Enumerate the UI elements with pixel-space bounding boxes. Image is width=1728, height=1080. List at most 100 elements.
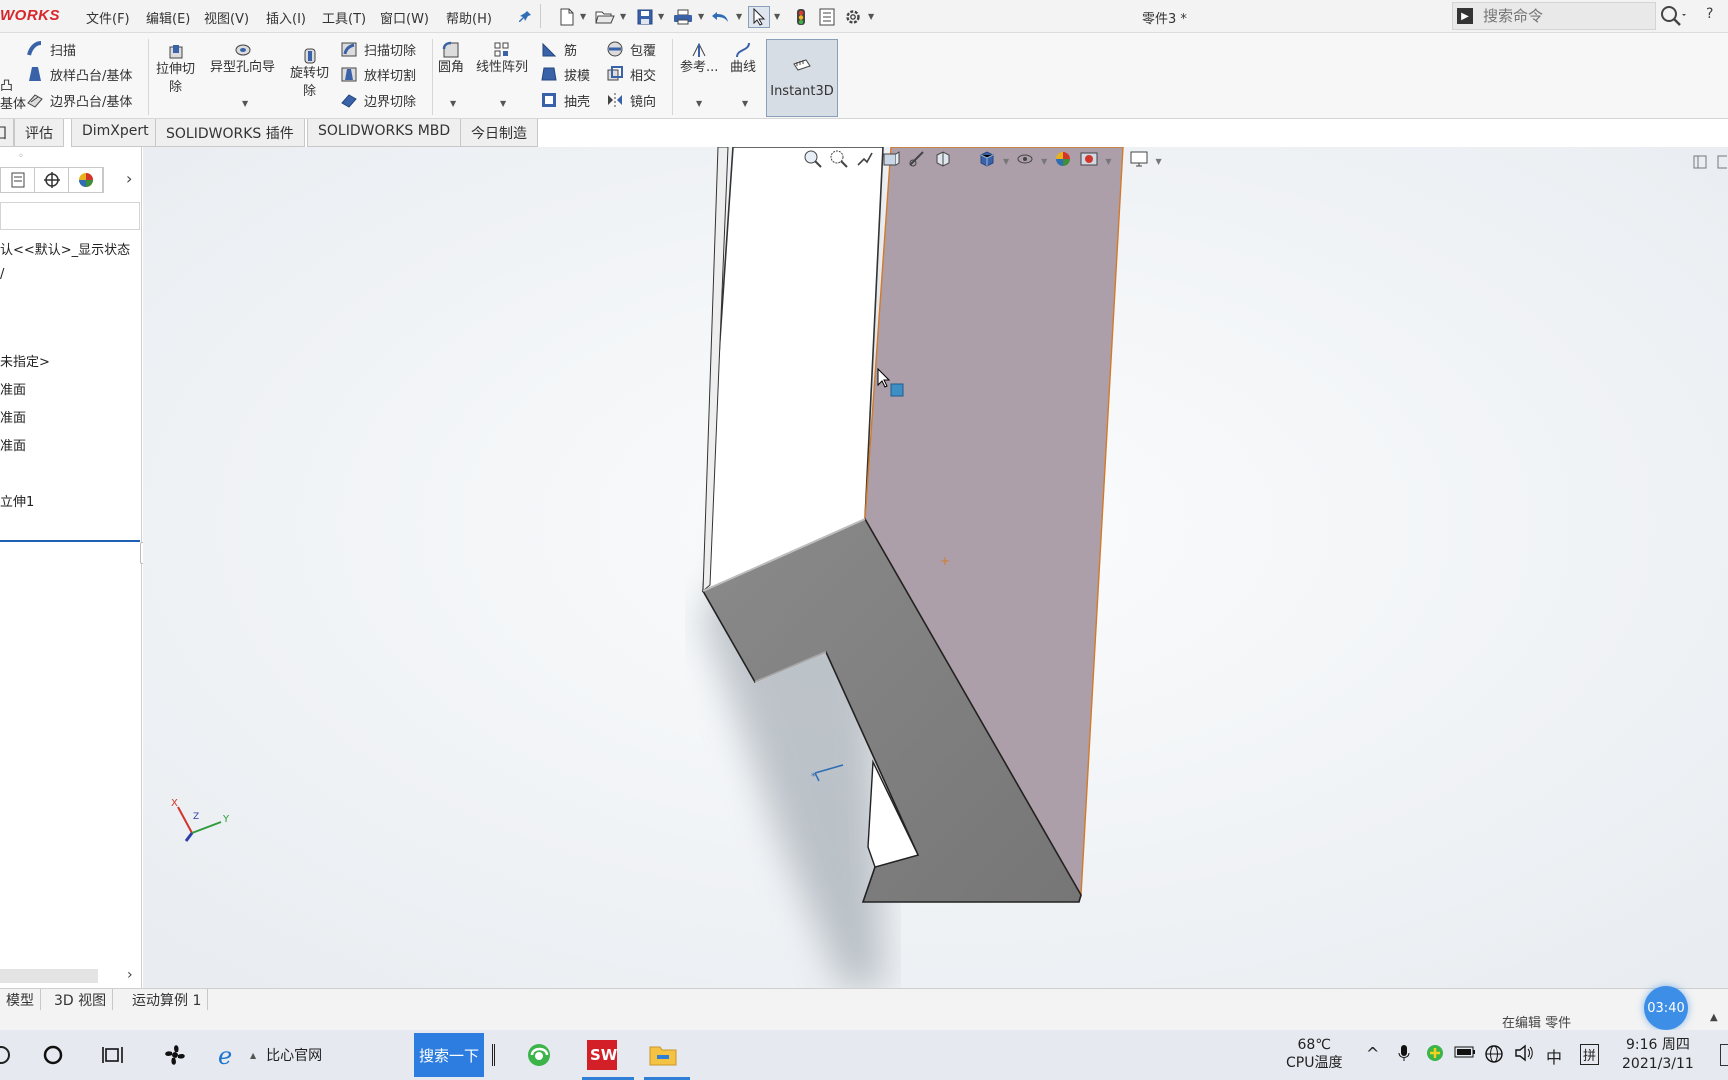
boundary-boss-button[interactable]: 边界凸台/基体 bbox=[26, 89, 132, 111]
display-style-icon[interactable] bbox=[977, 149, 997, 173]
system-clock[interactable]: 9:16 周四 2021/3/11 bbox=[1622, 1036, 1694, 1074]
chevron-down-icon[interactable]: ▼ bbox=[580, 12, 586, 21]
new-document-icon[interactable] bbox=[556, 6, 578, 28]
view-settings-icon[interactable] bbox=[1129, 149, 1149, 173]
tab-today-manufacturing[interactable]: 今日制造 bbox=[460, 119, 538, 147]
viewport-maximize-icon[interactable] bbox=[1717, 155, 1728, 173]
tab-solidworks-addins[interactable]: SOLIDWORKS 插件 bbox=[155, 119, 305, 147]
undo-icon[interactable] bbox=[710, 6, 732, 28]
menu-edit[interactable]: 编辑(E) bbox=[146, 8, 190, 27]
curves-button[interactable]: 曲线 bbox=[730, 41, 756, 77]
extrude-cut-button[interactable]: 拉伸切 除 bbox=[156, 43, 195, 97]
display-manager-icon[interactable] bbox=[69, 168, 103, 192]
ime-language-indicator[interactable]: 中 bbox=[1546, 1044, 1562, 1068]
open-folder-icon[interactable] bbox=[594, 6, 616, 28]
linear-pattern-button[interactable]: 线性阵列 bbox=[476, 41, 528, 77]
cortana-circle-icon[interactable] bbox=[38, 1040, 68, 1070]
viewport-split-icon[interactable] bbox=[1693, 155, 1707, 173]
chevron-down-icon[interactable]: ▼ bbox=[868, 12, 874, 21]
chevron-down-icon[interactable]: ▼ bbox=[696, 99, 702, 108]
zoom-to-area-icon[interactable] bbox=[829, 149, 849, 173]
menu-insert[interactable]: 插入(I) bbox=[266, 8, 306, 27]
intersect-button[interactable]: 相交 bbox=[606, 63, 656, 85]
view-orientation-icon[interactable] bbox=[933, 149, 953, 173]
apply-scene-icon[interactable] bbox=[1079, 149, 1099, 173]
reference-geometry-button[interactable]: 参考... bbox=[680, 41, 718, 77]
chevron-down-icon[interactable]: ▼ bbox=[242, 99, 248, 108]
feature-tree-filter[interactable] bbox=[0, 202, 140, 230]
ime-mode-indicator[interactable]: 拼 bbox=[1580, 1044, 1600, 1065]
chevron-down-icon[interactable]: ▼ bbox=[1155, 157, 1161, 166]
chevron-down-icon[interactable]: ▼ bbox=[742, 99, 748, 108]
chevron-down-icon[interactable]: ▼ bbox=[658, 12, 664, 21]
mirror-button[interactable]: 镜向 bbox=[606, 89, 656, 111]
tree-item-extrude1[interactable]: 立伸1 bbox=[0, 491, 34, 510]
microphone-icon[interactable] bbox=[1398, 1044, 1410, 1066]
horizontal-scrollbar[interactable] bbox=[0, 969, 98, 983]
rib-button[interactable]: 筋 bbox=[540, 38, 577, 60]
network-globe-icon[interactable] bbox=[1484, 1044, 1504, 1068]
status-expand-icon[interactable]: ▲ bbox=[1710, 1012, 1718, 1023]
battery-icon[interactable] bbox=[1454, 1044, 1476, 1063]
tab-model[interactable]: 模型 bbox=[0, 989, 41, 1010]
chevron-down-icon[interactable]: ▼ bbox=[620, 12, 626, 21]
previous-view-icon[interactable] bbox=[855, 149, 875, 173]
search-input[interactable] bbox=[1483, 6, 1603, 26]
tab-motion-study-1[interactable]: 运动算例 1 bbox=[126, 989, 209, 1010]
print-icon[interactable] bbox=[672, 6, 694, 28]
chevron-down-icon[interactable]: ▼ bbox=[698, 12, 704, 21]
chevron-down-icon[interactable]: ▼ bbox=[1105, 157, 1111, 166]
dynamic-annotation-icon[interactable] bbox=[907, 149, 927, 173]
panel-grip-icon[interactable]: ◦ bbox=[18, 151, 24, 162]
rollback-bar[interactable] bbox=[0, 540, 140, 542]
search-go-button[interactable]: 搜索一下 bbox=[414, 1033, 484, 1077]
command-search-box[interactable]: ▶ bbox=[1452, 2, 1656, 30]
volume-icon[interactable] bbox=[1514, 1044, 1534, 1066]
start-button-icon[interactable] bbox=[0, 1040, 16, 1070]
security-shield-icon[interactable] bbox=[1426, 1044, 1444, 1066]
tab-partial[interactable]: 囗 bbox=[0, 119, 14, 147]
fillet-button[interactable]: 圆角 bbox=[438, 41, 464, 77]
tree-item-material[interactable]: 未指定> bbox=[0, 351, 50, 370]
tab-evaluate[interactable]: 评估 bbox=[14, 119, 64, 147]
menu-view[interactable]: 视图(V) bbox=[204, 8, 249, 27]
select-cursor-icon[interactable] bbox=[748, 6, 770, 28]
chevron-down-icon[interactable]: ▼ bbox=[736, 12, 742, 21]
tab-3d-views[interactable]: 3D 视图 bbox=[48, 989, 114, 1010]
zoom-to-fit-icon[interactable] bbox=[803, 149, 823, 173]
notification-center-icon[interactable] bbox=[1720, 1044, 1728, 1066]
menu-help[interactable]: 帮助(H) bbox=[446, 8, 492, 27]
tree-item-display-state[interactable]: 认<<默认>_显示状态 bbox=[0, 239, 130, 258]
edit-appearance-icon[interactable] bbox=[1053, 149, 1073, 173]
hide-show-items-icon[interactable] bbox=[1015, 149, 1035, 173]
menu-tools[interactable]: 工具(T) bbox=[322, 8, 366, 27]
tree-item-front-plane[interactable]: 准面 bbox=[0, 379, 26, 398]
chevron-down-icon[interactable]: ▼ bbox=[1003, 157, 1009, 166]
menu-file[interactable]: 文件(F) bbox=[86, 8, 130, 27]
draft-button[interactable]: 拔模 bbox=[540, 63, 590, 85]
tab-solidworks-mbd[interactable]: SOLIDWORKS MBD bbox=[307, 119, 462, 147]
chevron-down-icon[interactable]: ▼ bbox=[500, 99, 506, 108]
tab-dimxpert[interactable]: DimXpert bbox=[71, 119, 160, 147]
tree-item-sensors[interactable]: / bbox=[0, 267, 4, 282]
configuration-crosshair-icon[interactable] bbox=[35, 168, 69, 192]
chevron-down-icon[interactable]: ▼ bbox=[774, 12, 780, 21]
graphics-viewport[interactable]: + * X Y Z ▼ ▼ ▼ ▼ bbox=[143, 147, 1728, 988]
menu-window[interactable]: 窗口(W) bbox=[380, 8, 429, 27]
chevron-up-icon[interactable]: ^ bbox=[1366, 1044, 1379, 1063]
selection-marker-icon[interactable] bbox=[890, 383, 904, 397]
sweep-boss-button[interactable]: 扫描 bbox=[26, 38, 76, 60]
sweep-cut-button[interactable]: 扫描切除 bbox=[340, 38, 416, 60]
hole-wizard-button[interactable]: 异型孔向导 bbox=[210, 41, 275, 77]
section-view-icon[interactable] bbox=[881, 149, 901, 173]
save-icon[interactable] bbox=[634, 6, 656, 28]
chevron-right-icon[interactable]: › bbox=[127, 967, 133, 983]
task-view-icon[interactable] bbox=[98, 1040, 128, 1070]
file-properties-icon[interactable] bbox=[816, 6, 838, 28]
search-icon[interactable] bbox=[1660, 5, 1686, 31]
file-explorer-icon[interactable] bbox=[648, 1040, 678, 1070]
shell-button[interactable]: 抽壳 bbox=[540, 89, 590, 111]
pin-icon[interactable] bbox=[514, 6, 536, 28]
pinwheel-app-icon[interactable] bbox=[160, 1040, 190, 1070]
help-icon[interactable]: ? bbox=[1706, 6, 1713, 22]
